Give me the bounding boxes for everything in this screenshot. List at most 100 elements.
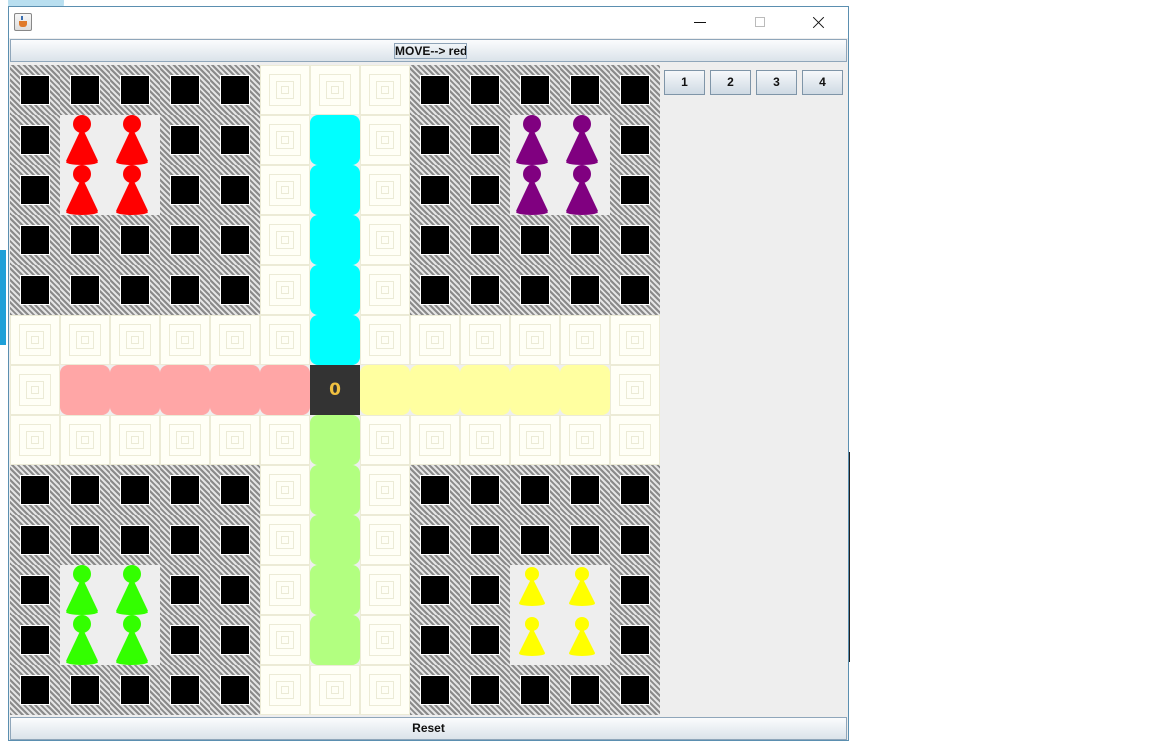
dice-button-2[interactable]: 2	[710, 70, 751, 95]
home-square	[160, 65, 210, 115]
home-square	[160, 215, 210, 265]
purple-pawn[interactable]	[560, 165, 610, 215]
track-cell	[510, 315, 560, 365]
track-cell	[460, 415, 510, 465]
home-pawn-cell	[510, 615, 560, 665]
green-pawn[interactable]	[110, 615, 160, 665]
track-cell	[10, 365, 60, 415]
right-home-lane-cell	[360, 365, 410, 415]
top-home-lane-cell	[310, 115, 360, 165]
track-cell	[210, 315, 260, 365]
home-square	[410, 215, 460, 265]
track-cell	[360, 165, 410, 215]
track-cell	[260, 265, 310, 315]
yellow-pawn[interactable]	[510, 615, 560, 665]
home-square	[160, 565, 210, 615]
java-app-icon	[14, 13, 32, 31]
left-home-lane-cell	[160, 365, 210, 415]
home-square	[610, 515, 660, 565]
dice-button-1[interactable]: 1	[664, 70, 705, 95]
track-cell	[260, 465, 310, 515]
home-square	[460, 165, 510, 215]
home-square	[460, 115, 510, 165]
home-square	[410, 115, 460, 165]
home-square	[610, 665, 660, 715]
close-button[interactable]	[795, 7, 841, 38]
track-cell	[160, 415, 210, 465]
track-cell	[260, 65, 310, 115]
track-cell	[110, 315, 160, 365]
track-cell	[260, 615, 310, 665]
game-window: MOVE--> red 0 1 2 3 4 Reset	[8, 6, 849, 741]
home-square	[10, 565, 60, 615]
yellow-pawn[interactable]	[510, 565, 560, 615]
yellow-pawn[interactable]	[560, 565, 610, 615]
red-pawn[interactable]	[60, 115, 110, 165]
dice-button-3[interactable]: 3	[756, 70, 797, 95]
home-square	[10, 215, 60, 265]
reset-button[interactable]: Reset	[10, 717, 847, 740]
red-pawn[interactable]	[110, 165, 160, 215]
left-home-lane-cell	[60, 365, 110, 415]
home-pawn-cell	[60, 165, 110, 215]
home-pawn-cell	[510, 115, 560, 165]
home-square	[560, 265, 610, 315]
bottom-home-lane-cell	[310, 565, 360, 615]
home-square	[610, 115, 660, 165]
top-home-lane-cell	[310, 315, 360, 365]
track-cell	[360, 215, 410, 265]
home-square	[210, 515, 260, 565]
red-pawn[interactable]	[110, 115, 160, 165]
home-square	[460, 465, 510, 515]
center-dice-value: 0	[310, 365, 360, 415]
home-square	[210, 215, 260, 265]
home-square	[210, 665, 260, 715]
home-square	[510, 65, 560, 115]
yellow-pawn[interactable]	[560, 615, 610, 665]
home-square	[10, 265, 60, 315]
home-square	[60, 515, 110, 565]
home-square	[560, 665, 610, 715]
red-pawn[interactable]	[60, 165, 110, 215]
track-cell	[460, 315, 510, 365]
dice-button-4[interactable]: 4	[802, 70, 843, 95]
home-square	[110, 665, 160, 715]
home-square	[560, 515, 610, 565]
home-square	[110, 215, 160, 265]
track-cell	[360, 465, 410, 515]
home-square	[10, 165, 60, 215]
purple-pawn[interactable]	[510, 165, 560, 215]
track-cell	[260, 515, 310, 565]
home-square	[610, 265, 660, 315]
purple-pawn[interactable]	[510, 115, 560, 165]
purple-pawn[interactable]	[560, 115, 610, 165]
green-pawn[interactable]	[110, 565, 160, 615]
track-cell	[110, 415, 160, 465]
home-square	[410, 565, 460, 615]
bottom-home-lane-cell	[310, 515, 360, 565]
home-square	[410, 465, 460, 515]
home-square	[210, 65, 260, 115]
home-square	[510, 665, 560, 715]
track-cell	[610, 415, 660, 465]
bottom-home-lane-cell	[310, 415, 360, 465]
minimize-button[interactable]	[677, 7, 723, 38]
track-cell	[60, 315, 110, 365]
home-square	[160, 465, 210, 515]
track-cell	[360, 65, 410, 115]
home-square	[410, 515, 460, 565]
home-pawn-cell	[560, 165, 610, 215]
top-home-lane-cell	[310, 215, 360, 265]
track-cell	[160, 315, 210, 365]
home-square	[460, 65, 510, 115]
track-cell	[560, 415, 610, 465]
track-cell	[410, 415, 460, 465]
home-pawn-cell	[560, 615, 610, 665]
home-square	[610, 65, 660, 115]
title-bar	[9, 7, 848, 38]
maximize-button[interactable]	[737, 7, 783, 38]
track-cell	[260, 215, 310, 265]
green-pawn[interactable]	[60, 615, 110, 665]
home-square	[160, 515, 210, 565]
green-pawn[interactable]	[60, 565, 110, 615]
